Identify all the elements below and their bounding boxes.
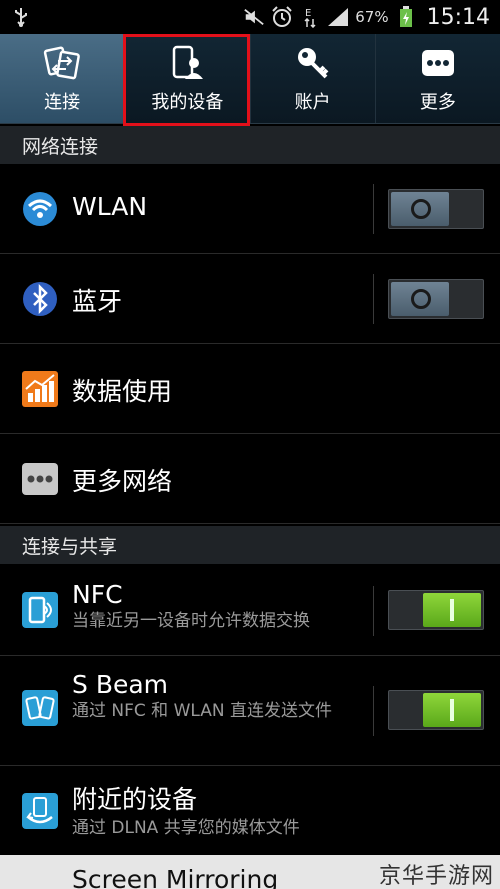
- edge-data-icon: E: [299, 6, 321, 28]
- bluetooth-icon: [22, 281, 58, 317]
- settings-row-nearby-devices[interactable]: 附近的设备 通过 DLNA 共享您的媒体文件: [0, 766, 500, 855]
- battery-icon: [395, 6, 417, 28]
- battery-percent: 67%: [355, 8, 389, 26]
- status-bar: E 67% 15:14: [0, 0, 500, 34]
- data-usage-icon: [22, 371, 58, 407]
- toggle-knob: [391, 192, 449, 226]
- tab-connections[interactable]: 连接: [0, 34, 126, 123]
- tab-label: 我的设备: [151, 91, 224, 113]
- row-title: S Beam: [72, 670, 169, 699]
- row-subtitle: 当靠近另一设备时允许数据交换: [72, 611, 310, 631]
- settings-row-data-usage[interactable]: 数据使用: [0, 344, 500, 434]
- tab-bar: 连接 我的设备 账户 更多: [0, 34, 500, 124]
- row-title: Screen Mirroring: [72, 865, 279, 889]
- divider: [373, 274, 374, 324]
- more-icon: [417, 44, 459, 82]
- toggle-knob: [423, 693, 481, 727]
- tab-my-device[interactable]: 我的设备: [125, 34, 251, 123]
- row-subtitle: 通过 DLNA 共享您的媒体文件: [72, 818, 300, 838]
- tab-label: 更多: [419, 91, 456, 113]
- wifi-icon: [22, 191, 58, 227]
- alarm-icon: [271, 6, 293, 28]
- row-title: 蓝牙: [72, 287, 123, 316]
- connection-icon: [41, 44, 83, 82]
- section-header-network: 网络连接: [0, 126, 500, 164]
- toggle-knob: [423, 593, 481, 627]
- sbeam-toggle[interactable]: [388, 690, 484, 730]
- row-title: 数据使用: [72, 377, 173, 406]
- more-networks-icon: [22, 461, 58, 497]
- divider: [373, 686, 374, 736]
- svg-text:E: E: [305, 8, 311, 19]
- usb-icon: [10, 6, 32, 28]
- settings-row-sbeam[interactable]: S Beam 通过 NFC 和 WLAN 直连发送文件: [0, 656, 500, 766]
- settings-row-wlan[interactable]: WLAN: [0, 164, 500, 254]
- settings-row-nfc[interactable]: NFC 当靠近另一设备时允许数据交换: [0, 564, 500, 656]
- tab-label: 连接: [44, 91, 81, 113]
- toggle-knob: [391, 282, 449, 316]
- tab-label: 账户: [294, 91, 331, 113]
- row-title: 附近的设备: [72, 785, 198, 814]
- row-title: 更多网络: [72, 467, 173, 496]
- nfc-icon: [22, 592, 58, 628]
- tab-accounts[interactable]: 账户: [250, 34, 376, 123]
- sbeam-icon: [22, 690, 58, 726]
- nfc-toggle[interactable]: [388, 590, 484, 630]
- nearby-devices-icon: [22, 793, 58, 829]
- section-header-sharing: 连接与共享: [0, 526, 500, 564]
- watermark: 京华手游网: [378, 864, 494, 889]
- wlan-toggle[interactable]: [388, 189, 484, 229]
- my-device-icon: [166, 44, 208, 82]
- row-subtitle: 通过 NFC 和 WLAN 直连发送文件: [72, 701, 332, 721]
- mute-icon: [243, 6, 265, 28]
- row-title: WLAN: [72, 192, 148, 221]
- tab-more[interactable]: 更多: [375, 34, 500, 123]
- bluetooth-toggle[interactable]: [388, 279, 484, 319]
- settings-row-more-networks[interactable]: 更多网络: [0, 434, 500, 524]
- clock: 15:14: [426, 4, 490, 30]
- divider: [373, 184, 374, 234]
- key-icon: [292, 44, 334, 82]
- signal-icon: [327, 6, 349, 28]
- divider: [373, 586, 374, 636]
- row-title: NFC: [72, 580, 123, 609]
- settings-row-bluetooth[interactable]: 蓝牙: [0, 254, 500, 344]
